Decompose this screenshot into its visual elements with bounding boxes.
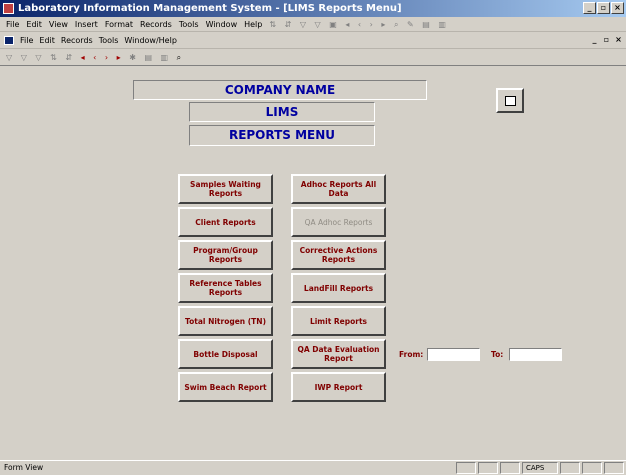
qa-adhoc-reports-button[interactable]: QA Adhoc Reports	[291, 207, 386, 237]
menu-insert[interactable]: Insert	[75, 17, 98, 31]
swim-beach-report-button[interactable]: Swim Beach Report	[178, 372, 273, 402]
adhoc-reports-all-data-button[interactable]: Adhoc Reports All Data	[291, 174, 386, 204]
corrective-actions-reports-button[interactable]: Corrective Actions Reports	[291, 240, 386, 270]
menu-format[interactable]: Format	[105, 17, 133, 31]
status-text: Form View	[4, 463, 44, 472]
status-bar: Form View CAPS	[0, 460, 626, 475]
form-restore-button[interactable]: ▫	[601, 35, 612, 46]
reports-menu-form: COMPANY NAME LIMS REPORTS MENU Samples W…	[0, 67, 626, 460]
caps-indicator: CAPS	[522, 462, 558, 474]
company-name-heading: COMPANY NAME	[133, 80, 427, 100]
menu-tools[interactable]: Tools	[179, 17, 199, 31]
menu-file[interactable]: File	[6, 17, 19, 31]
window-controls: _ ▫ ×	[583, 2, 624, 14]
menu-view[interactable]: View	[49, 17, 68, 31]
total-nitrogen-button[interactable]: Total Nitrogen (TN)	[178, 306, 273, 336]
filter-icons[interactable]: ▽ ▽ ▽ ⇅ ⇵	[6, 53, 75, 62]
main-menu-bar: File Edit View Insert Format Records Too…	[0, 17, 626, 32]
form-close-button[interactable]: ×	[613, 35, 624, 46]
samples-waiting-reports-button[interactable]: Samples Waiting Reports	[178, 174, 273, 204]
form-toolbar: ▽ ▽ ▽ ⇅ ⇵ ◂ ‹ › ▸ ✱ ▤ ▥ ⌕	[0, 50, 626, 66]
close-button[interactable]: ×	[611, 2, 624, 14]
menu-toolbar-icons[interactable]: ⇅ ⇵ ▽ ▽ ▣ ◂ ‹ › ▸ ⌕ ✎ ▤ ▥	[269, 17, 449, 31]
qa-data-evaluation-report-button[interactable]: QA Data Evaluation Report	[291, 339, 386, 369]
reports-menu-heading: REPORTS MENU	[189, 125, 375, 146]
access-app-icon	[3, 3, 14, 14]
from-date-field[interactable]	[427, 348, 480, 361]
client-reports-button[interactable]: Client Reports	[178, 207, 273, 237]
new-record-icon[interactable]: ✱ ▤ ▥	[129, 53, 171, 62]
form-menu-bar: File Edit Records Tools Window/Help _ ▫ …	[0, 33, 626, 49]
menu2-records[interactable]: Records	[61, 33, 93, 48]
status-pane-2	[478, 462, 498, 474]
menu-window[interactable]: Window	[206, 17, 238, 31]
reference-tables-reports-button[interactable]: Reference Tables Reports	[178, 273, 273, 303]
status-pane-5	[560, 462, 580, 474]
menu-edit[interactable]: Edit	[26, 17, 42, 31]
menu2-tools[interactable]: Tools	[99, 33, 119, 48]
menu-help[interactable]: Help	[244, 17, 262, 31]
window-title: Laboratory Information Management System…	[18, 3, 402, 14]
lims-heading: LIMS	[189, 102, 375, 122]
landfill-reports-button[interactable]: LandFill Reports	[291, 273, 386, 303]
maximize-button[interactable]: ▫	[597, 2, 610, 14]
menu-records[interactable]: Records	[140, 17, 172, 31]
status-pane-1	[456, 462, 476, 474]
exit-door-icon	[505, 96, 516, 106]
record-navigation-icons[interactable]: ◂ ‹ › ▸	[81, 53, 124, 62]
exit-button[interactable]	[496, 88, 524, 113]
find-icon[interactable]: ⌕	[177, 53, 184, 62]
menu2-edit[interactable]: Edit	[39, 33, 55, 48]
menu2-file[interactable]: File	[20, 33, 33, 48]
minimize-button[interactable]: _	[583, 2, 596, 14]
status-pane-6	[582, 462, 602, 474]
menu2-window-help[interactable]: Window/Help	[124, 33, 176, 48]
to-label: To:	[491, 350, 504, 359]
program-group-reports-button[interactable]: Program/Group Reports	[178, 240, 273, 270]
to-date-field[interactable]	[509, 348, 562, 361]
from-label: From:	[399, 350, 424, 359]
status-pane-3	[500, 462, 520, 474]
form-document-icon	[4, 36, 14, 45]
access-window: Laboratory Information Management System…	[0, 0, 626, 475]
title-bar: Laboratory Information Management System…	[0, 0, 626, 17]
limit-reports-button[interactable]: Limit Reports	[291, 306, 386, 336]
form-window-controls: _ ▫ ×	[589, 35, 624, 46]
form-minimize-button[interactable]: _	[589, 35, 600, 46]
iwp-report-button[interactable]: IWP Report	[291, 372, 386, 402]
status-pane-7	[604, 462, 624, 474]
bottle-disposal-button[interactable]: Bottle Disposal	[178, 339, 273, 369]
